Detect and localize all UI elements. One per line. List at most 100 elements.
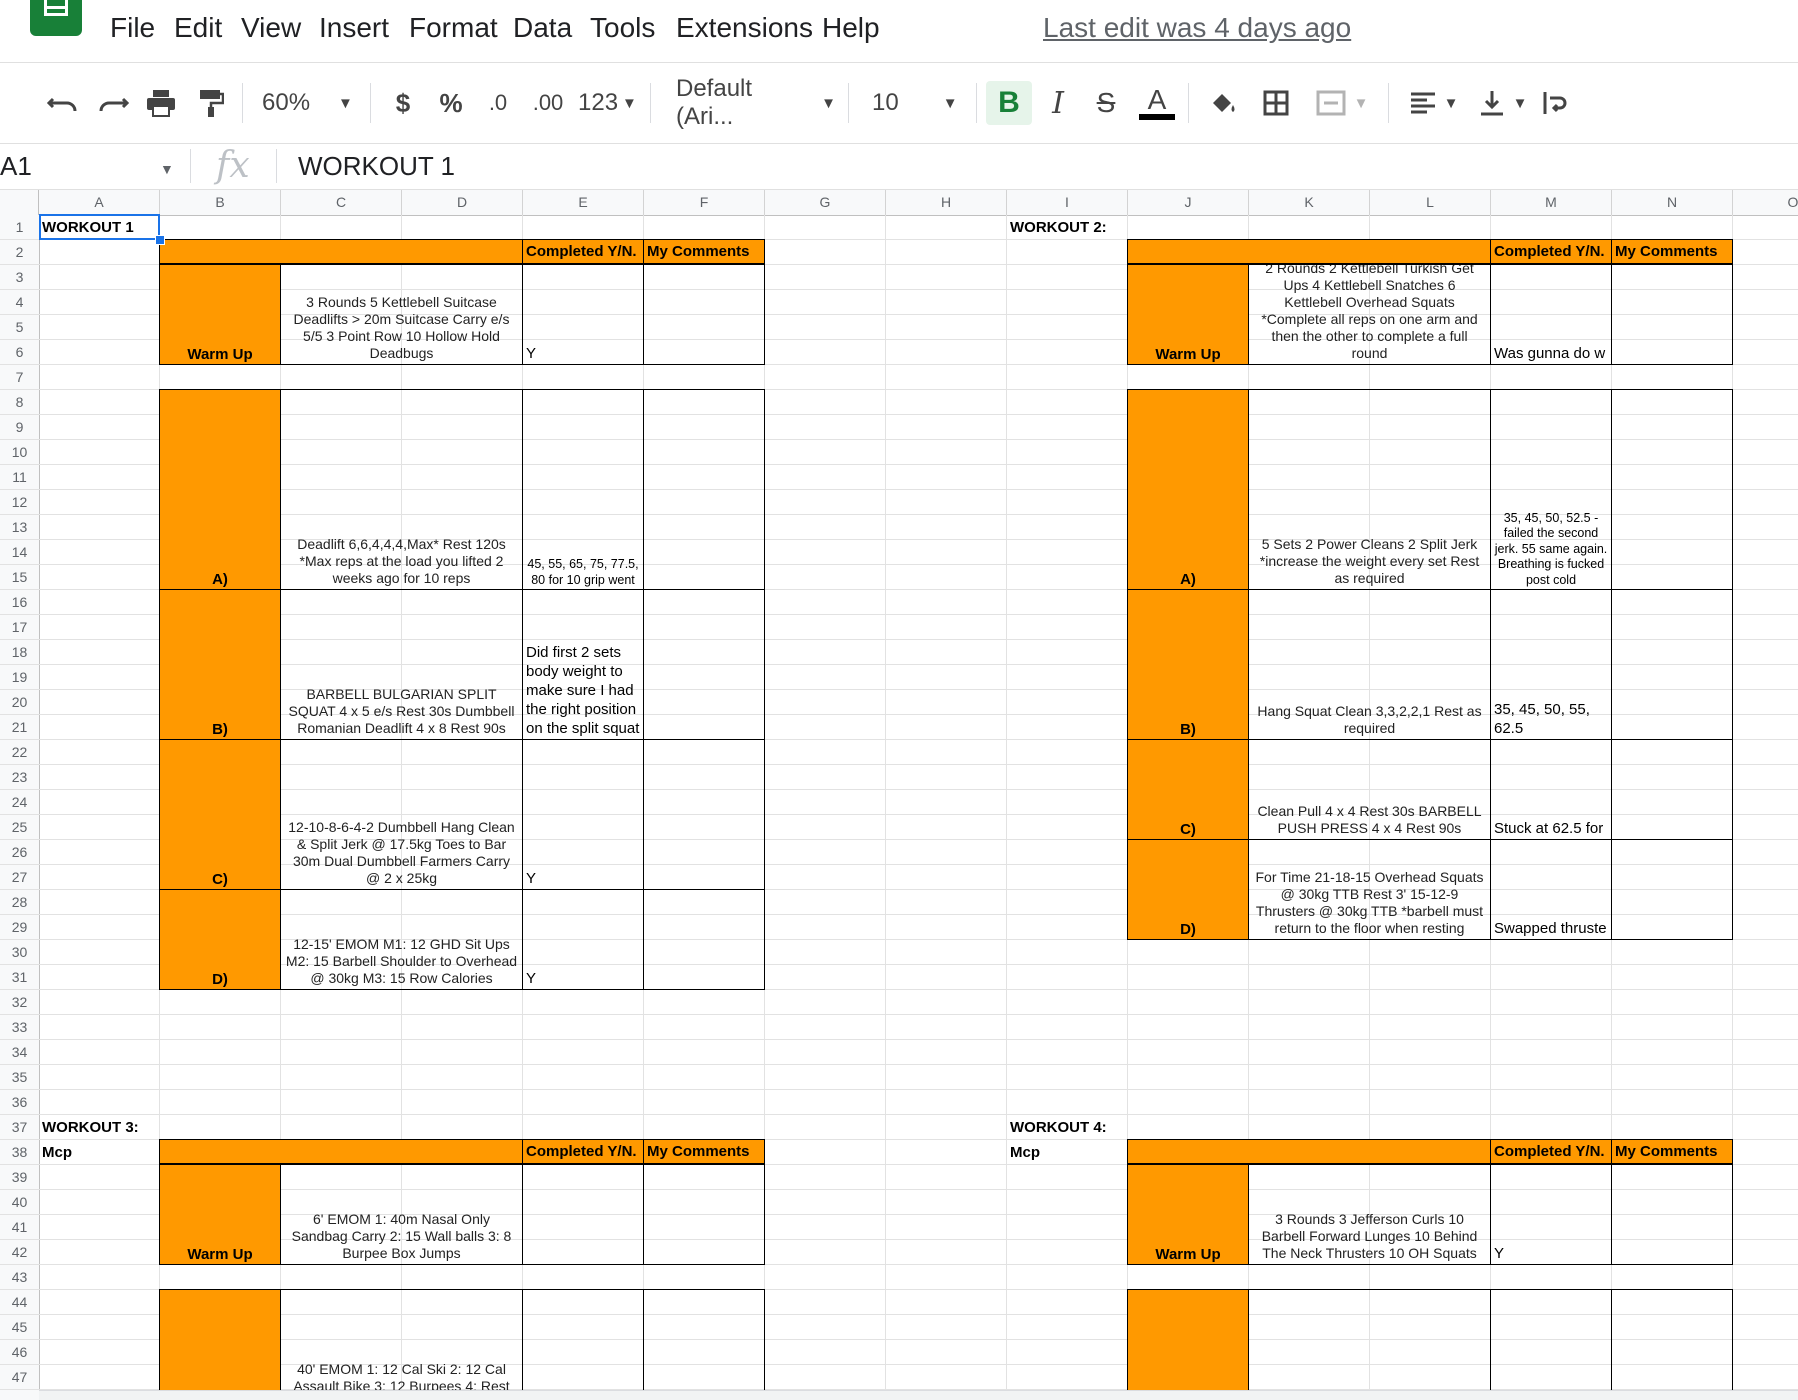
workout4-block-1-label[interactable] (1128, 1290, 1249, 1400)
select-all-corner[interactable] (0, 190, 39, 215)
row-header-22[interactable]: 22 (0, 740, 39, 765)
cell-area[interactable]: WORKOUT 1 Completed Y/N. My Comments Warm U… (39, 215, 1798, 1400)
horizontal-scrollbar[interactable] (39, 1390, 1798, 1400)
row-header-40[interactable]: 40 (0, 1190, 39, 1215)
column-header-o[interactable]: O (1733, 190, 1798, 215)
menu-file[interactable]: File (110, 12, 155, 44)
workout3-block-0-completed[interactable] (523, 1165, 644, 1264)
row-header-3[interactable]: 3 (0, 265, 39, 290)
workout4-block-1-comments[interactable] (1612, 1290, 1733, 1400)
zoom-select[interactable]: 60% ▼ (262, 81, 362, 125)
workout1-block-3-label[interactable]: C) (160, 740, 281, 889)
workout3-block-1-description[interactable]: 40' EMOM 1: 12 Cal Ski 2: 12 Cal Assault… (281, 1290, 523, 1400)
strikethrough-button[interactable]: S (1088, 81, 1124, 125)
workout1-block-0-completed[interactable]: Y (523, 265, 644, 364)
merge-cells-icon[interactable]: ▼ (1310, 81, 1374, 125)
workout2-block-0-label[interactable]: Warm Up (1128, 265, 1249, 364)
column-header-n[interactable]: N (1612, 190, 1733, 215)
row-header-9[interactable]: 9 (0, 415, 39, 440)
row-header-18[interactable]: 18 (0, 640, 39, 665)
row-header-39[interactable]: 39 (0, 1165, 39, 1190)
row-header-17[interactable]: 17 (0, 615, 39, 640)
menu-insert[interactable]: Insert (319, 12, 389, 44)
formula-input[interactable]: WORKOUT 1 (298, 151, 455, 182)
workout1-block-1-comments[interactable] (644, 390, 765, 589)
menu-tools[interactable]: Tools (590, 12, 655, 44)
row-header-32[interactable]: 32 (0, 990, 39, 1015)
workout2-block-1-description[interactable]: 5 Sets 2 Power Cleans 2 Split Jerk *incr… (1249, 390, 1491, 589)
row-header-34[interactable]: 34 (0, 1040, 39, 1065)
row-header-6[interactable]: 6 (0, 340, 39, 365)
row-header-10[interactable]: 10 (0, 440, 39, 465)
workout1-block-3-comments[interactable] (644, 740, 765, 889)
workout4-block-0-label[interactable]: Warm Up (1128, 1165, 1249, 1264)
row-header-13[interactable]: 13 (0, 515, 39, 540)
column-header-j[interactable]: J (1128, 190, 1249, 215)
workout4-block-0-comments[interactable] (1612, 1165, 1733, 1264)
workout1-block-3-completed[interactable]: Y (523, 740, 644, 889)
workout2-block-0-description[interactable]: 2 Rounds 2 Kettlebell Turkish Get Ups 4 … (1249, 265, 1491, 364)
column-header-b[interactable]: B (160, 190, 281, 215)
row-header-46[interactable]: 46 (0, 1340, 39, 1365)
row-header-26[interactable]: 26 (0, 840, 39, 865)
row-header-37[interactable]: 37 (0, 1115, 39, 1140)
row-header-29[interactable]: 29 (0, 915, 39, 940)
workout2-block-3-description[interactable]: Clean Pull 4 x 4 Rest 30s BARBELL PUSH P… (1249, 740, 1491, 839)
row-header-5[interactable]: 5 (0, 315, 39, 340)
more-formats-button[interactable]: 123 ▼ (578, 81, 638, 125)
workout1-block-2-label[interactable]: B) (160, 590, 281, 739)
workout1-block-0-label[interactable]: Warm Up (160, 265, 281, 364)
workout3-block-0-label[interactable]: Warm Up (160, 1165, 281, 1264)
workout2-block-4-completed[interactable]: Swapped thruste (1491, 840, 1612, 939)
workout2-block-4-comments[interactable] (1612, 840, 1733, 939)
row-header-30[interactable]: 30 (0, 940, 39, 965)
font-size-select[interactable]: 10 ▼ (872, 81, 968, 125)
row-header-21[interactable]: 21 (0, 715, 39, 740)
undo-icon[interactable] (44, 81, 82, 125)
row-header-47[interactable]: 47 (0, 1365, 39, 1390)
workout1-block-4-label[interactable]: D) (160, 890, 281, 989)
chevron-down-icon[interactable]: ▼ (160, 161, 174, 177)
row-header-8[interactable]: 8 (0, 390, 39, 415)
fill-handle[interactable] (155, 235, 165, 245)
text-wrap-icon[interactable] (1540, 81, 1570, 125)
workout4-block-1-completed[interactable] (1491, 1290, 1612, 1400)
workout1-block-4-description[interactable]: 12-15' EMOM M1: 12 GHD Sit Ups M2: 15 Ba… (281, 890, 523, 989)
workout2-block-2-description[interactable]: Hang Squat Clean 3,3,2,2,1 Rest as requi… (1249, 590, 1491, 739)
column-header-k[interactable]: K (1249, 190, 1370, 215)
workout2-block-4-label[interactable]: D) (1128, 840, 1249, 939)
workout1-block-4-comments[interactable] (644, 890, 765, 989)
row-header-24[interactable]: 24 (0, 790, 39, 815)
workout1-block-1-label[interactable]: A) (160, 390, 281, 589)
row-header-33[interactable]: 33 (0, 1015, 39, 1040)
workout1-block-1-completed[interactable]: 45, 55, 65, 75, 77.5, 80 for 10 grip wen… (523, 390, 644, 589)
column-header-d[interactable]: D (402, 190, 523, 215)
column-header-e[interactable]: E (523, 190, 644, 215)
row-header-44[interactable]: 44 (0, 1290, 39, 1315)
column-header-g[interactable]: G (765, 190, 886, 215)
workout2-block-4-description[interactable]: For Time 21-18-15 Overhead Squats @ 30kg… (1249, 840, 1491, 939)
workout4-block-0-description[interactable]: 3 Rounds 3 Jefferson Curls 10 Barbell Fo… (1249, 1165, 1491, 1264)
column-header-m[interactable]: M (1491, 190, 1612, 215)
workout3-block-0-description[interactable]: 6' EMOM 1: 40m Nasal Only Sandbag Carry … (281, 1165, 523, 1264)
workout2-block-1-label[interactable]: A) (1128, 390, 1249, 589)
menu-help[interactable]: Help (822, 12, 880, 44)
column-header-h[interactable]: H (886, 190, 1007, 215)
currency-format-button[interactable]: $ (388, 81, 418, 125)
row-header-25[interactable]: 25 (0, 815, 39, 840)
workout2-block-2-completed[interactable]: 35, 45, 50, 55, 62.5 (1491, 590, 1612, 739)
fill-color-icon[interactable] (1206, 81, 1242, 125)
menu-data[interactable]: Data (513, 12, 572, 44)
column-header-c[interactable]: C (281, 190, 402, 215)
redo-icon[interactable] (94, 81, 132, 125)
row-header-36[interactable]: 36 (0, 1090, 39, 1115)
vertical-align-icon[interactable]: ▼ (1474, 81, 1532, 125)
workout2-block-0-completed[interactable]: Was gunna do w (1491, 265, 1612, 364)
menu-extensions[interactable]: Extensions (676, 12, 813, 44)
row-header-31[interactable]: 31 (0, 965, 39, 990)
workout2-block-3-label[interactable]: C) (1128, 740, 1249, 839)
workout1-block-4-completed[interactable]: Y (523, 890, 644, 989)
last-edit-link[interactable]: Last edit was 4 days ago (1043, 12, 1351, 44)
workout1-block-3-description[interactable]: 12-10-8-6-4-2 Dumbbell Hang Clean & Spli… (281, 740, 523, 889)
font-family-select[interactable]: Default (Ari... ▼ (676, 75, 836, 130)
